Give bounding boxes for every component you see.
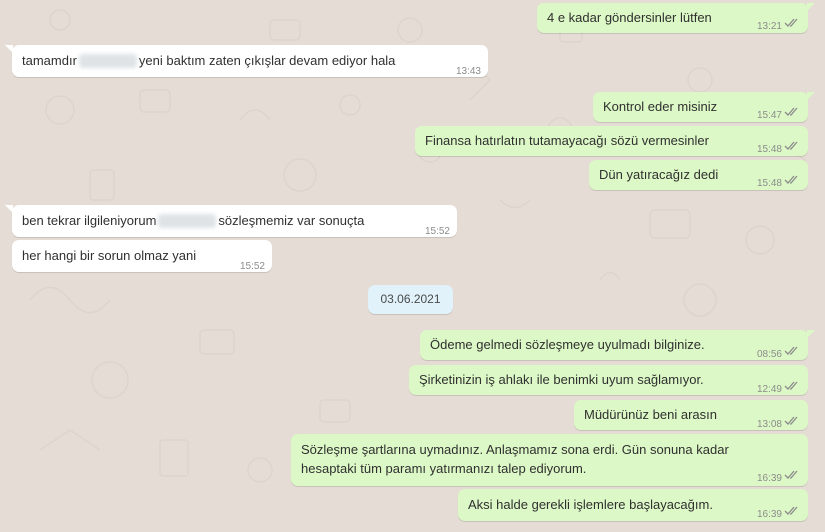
redacted-name <box>158 214 217 228</box>
message-text: Müdürünüz beni arasın <box>584 407 717 422</box>
double-check-icon <box>784 175 798 184</box>
message-bubble-outgoing[interactable]: 4 e kadar göndersinler lütfen 13:21 <box>537 3 815 33</box>
message-text-part: tamamdır <box>22 53 77 68</box>
double-check-icon <box>784 381 798 390</box>
message-text: 4 e kadar göndersinler lütfen <box>547 10 712 25</box>
message-text-part: ben tekrar ilgileniyorum <box>22 213 157 228</box>
double-check-icon <box>784 416 798 425</box>
message-text-part: yeni baktım zaten çıkışlar devam ediyor … <box>138 53 396 68</box>
message-timestamp: 13:43 <box>455 66 481 77</box>
message-bubble-incoming[interactable]: ben tekrar ilgileniyorum sözleşmemiz var … <box>5 205 457 237</box>
date-separator: 03.06.2021 <box>368 285 453 314</box>
message-bubble-outgoing[interactable]: Sözleşme şartlarına uymadınız. Anlaşmamı… <box>291 434 808 486</box>
message-timestamp: 13:08 <box>756 419 782 430</box>
double-check-icon <box>784 141 798 150</box>
double-check-icon <box>784 470 798 479</box>
message-timestamp: 15:52 <box>239 261 265 272</box>
message-text: Şirketinizin iş ahlakı ile benimki uyum … <box>419 372 704 387</box>
double-check-icon <box>784 346 798 355</box>
message-bubble-outgoing[interactable]: Dün yatıracağız dedi 15:48 <box>589 160 808 190</box>
message-text-line: hesaptaki tüm paramı yatırmanızı talep e… <box>301 461 587 476</box>
message-text: Finansa hatırlatın tutamayacağı sözü ver… <box>425 133 709 148</box>
message-bubble-incoming[interactable]: her hangi bir sorun olmaz yani 15:52 <box>12 240 272 272</box>
message-timestamp: 16:39 <box>756 473 782 484</box>
message-text: tamamdır yeni baktım zaten çıkışlar devam… <box>22 51 395 70</box>
message-timestamp: 15:47 <box>756 110 782 121</box>
message-bubble-outgoing[interactable]: Aksi halde gerekli işlemlere başlayacağı… <box>458 489 808 521</box>
message-text: Aksi halde gerekli işlemlere başlayacağı… <box>468 497 713 512</box>
message-bubble-outgoing[interactable]: Şirketinizin iş ahlakı ile benimki uyum … <box>409 365 808 395</box>
message-bubble-outgoing[interactable]: Ödeme gelmedi sözleşmeye uyulmadı bilgin… <box>420 330 815 360</box>
message-timestamp: 12:49 <box>756 384 782 395</box>
message-text: ben tekrar ilgileniyorum sözleşmemiz var … <box>22 211 364 230</box>
double-check-icon <box>784 506 798 515</box>
message-bubble-outgoing[interactable]: Kontrol eder misiniz 15:47 <box>593 92 815 122</box>
double-check-icon <box>784 107 798 116</box>
double-check-icon <box>784 18 798 27</box>
message-timestamp: 08:56 <box>756 349 782 360</box>
message-timestamp: 16:39 <box>756 509 782 520</box>
message-text-line: Sözleşme şartlarına uymadınız. Anlaşmamı… <box>301 442 729 457</box>
message-bubble-outgoing[interactable]: Finansa hatırlatın tutamayacağı sözü ver… <box>415 126 808 156</box>
message-timestamp: 15:48 <box>756 144 782 155</box>
redacted-name <box>78 54 137 68</box>
message-bubble-outgoing[interactable]: Müdürünüz beni arasın 13:08 <box>574 400 808 430</box>
message-bubble-incoming[interactable]: tamamdır yeni baktım zaten çıkışlar devam… <box>5 45 488 77</box>
message-text-part: sözleşmemiz var sonuçta <box>218 213 365 228</box>
message-text: Dün yatıracağız dedi <box>599 167 719 182</box>
message-text: her hangi bir sorun olmaz yani <box>22 248 197 263</box>
message-timestamp: 13:21 <box>756 21 782 32</box>
message-timestamp: 15:48 <box>756 178 782 189</box>
message-text: Ödeme gelmedi sözleşmeye uyulmadı bilgin… <box>430 337 705 352</box>
message-text: Kontrol eder misiniz <box>603 99 718 114</box>
message-timestamp: 15:52 <box>424 226 450 237</box>
